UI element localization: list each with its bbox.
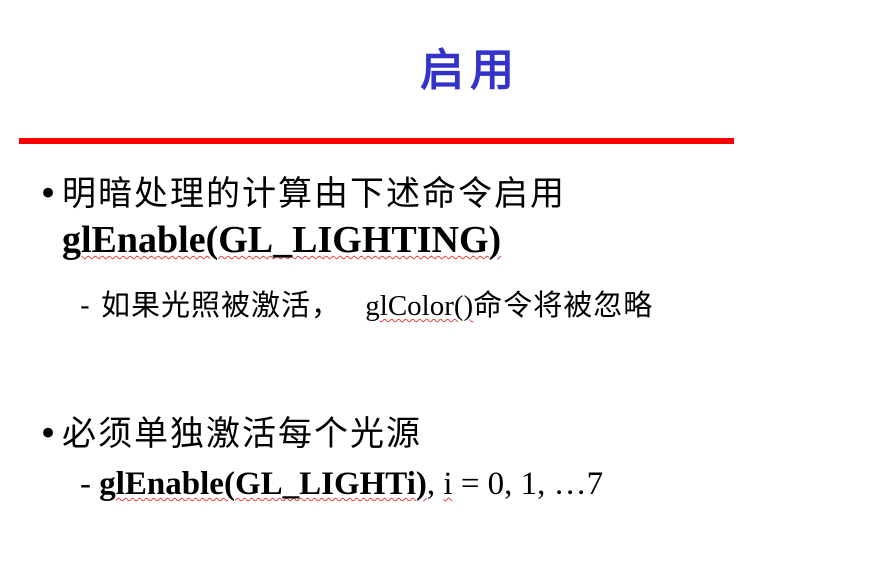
bullet-2: •必须单独激活每个光源 (38, 406, 422, 455)
bullet-marker: • (38, 414, 61, 454)
title-divider (19, 138, 734, 144)
gl-lighting-command: glEnable(GL_LIGHTING) (62, 219, 502, 261)
sub-separator: , (426, 466, 444, 502)
bullet-1: •明暗处理的计算由下述命令启用 (38, 166, 566, 215)
sub-text-before: 如果光照被激活， (101, 288, 342, 322)
index-range: = 0, 1, …7 (452, 466, 604, 502)
sub-text-after: 命令将被忽略 (473, 288, 654, 322)
bullet-1-sub: - 如果光照被激活， glColor()命令将被忽略 (80, 282, 653, 324)
glcolor-command: glColor() (365, 290, 474, 322)
sub-dash: - (80, 288, 91, 322)
index-variable: i (443, 466, 453, 502)
bullet-1-code: glEnable(GL_LIGHTING) (62, 218, 501, 262)
bullet-2-text: 必须单独激活每个光源 (62, 414, 422, 454)
bullet-marker: • (38, 174, 61, 214)
sub-dash: - (80, 466, 91, 502)
slide-title: 启用 (420, 45, 520, 96)
bullet-2-sub: - glEnable(GL_LIGHTi), i = 0, 1, …7 (80, 466, 603, 503)
bullet-1-text: 明暗处理的计算由下述命令启用 (62, 174, 566, 214)
gl-lighti-command: glEnable(GL_LIGHTi) (99, 466, 427, 502)
